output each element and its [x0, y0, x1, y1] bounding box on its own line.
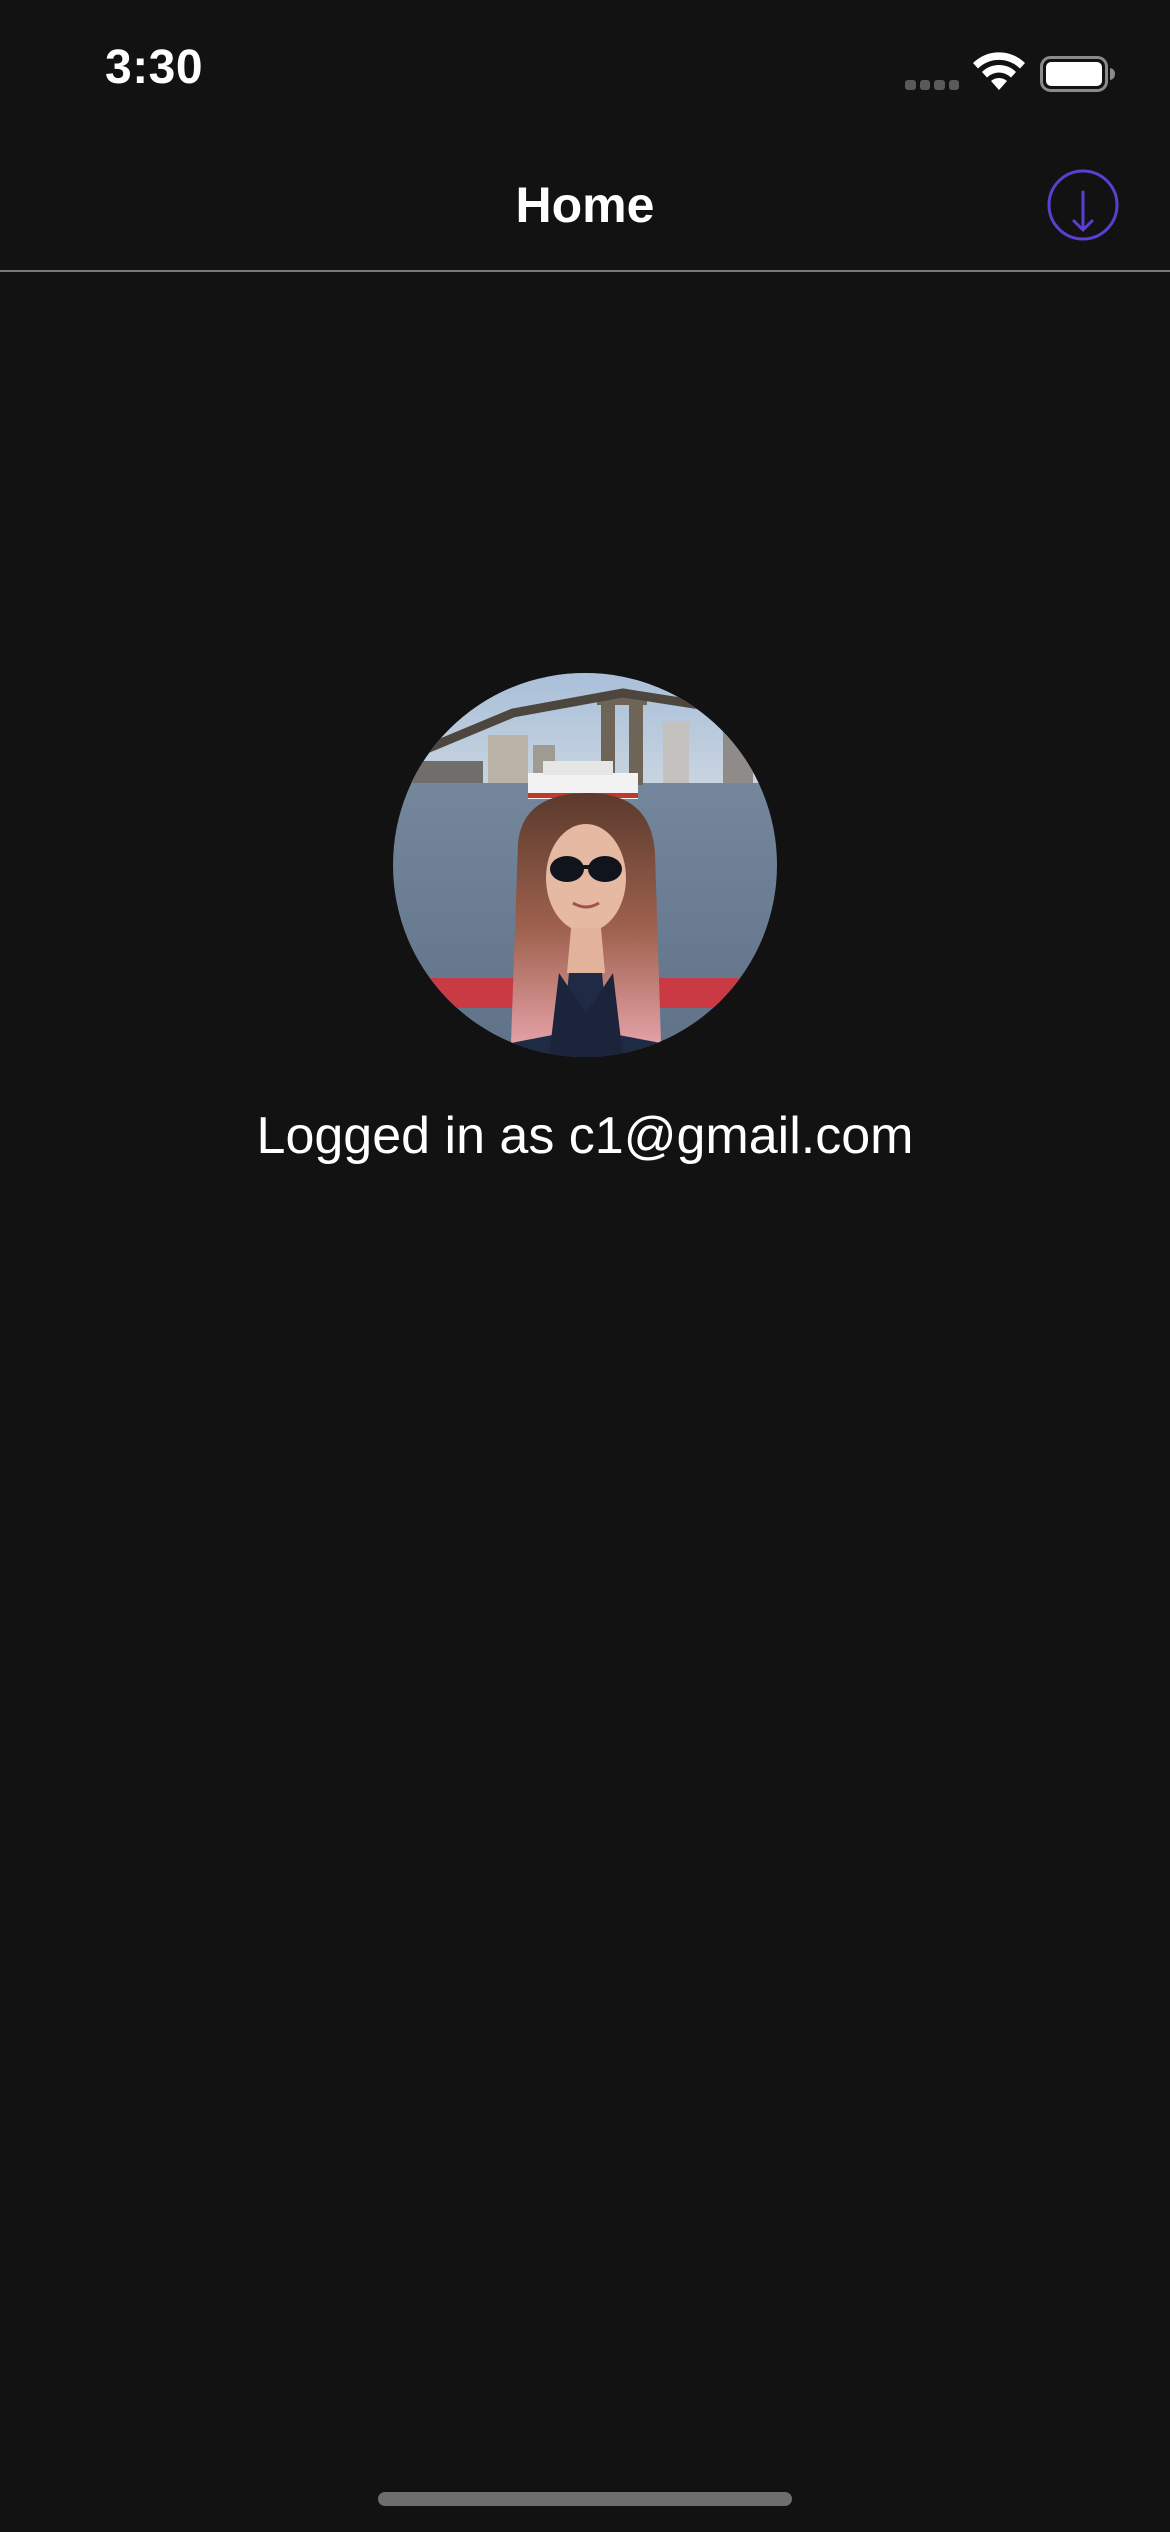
home-indicator[interactable]	[378, 2492, 792, 2506]
battery-icon	[1040, 56, 1115, 92]
status-bar: 3:30	[0, 0, 1170, 140]
navigation-bar: Home	[0, 140, 1170, 272]
cellular-signal-icon	[905, 80, 959, 90]
avatar	[393, 673, 777, 1057]
status-time: 3:30	[105, 41, 204, 94]
download-icon[interactable]	[1046, 168, 1120, 242]
wifi-icon	[973, 52, 1025, 90]
home-screen: 3:30 Home Logged in as c1@gmail.com	[0, 0, 1170, 2532]
page-title: Home	[515, 177, 655, 233]
profile-photo	[393, 673, 777, 1057]
logged-in-label: Logged in as c1@gmail.com	[256, 1107, 914, 1165]
